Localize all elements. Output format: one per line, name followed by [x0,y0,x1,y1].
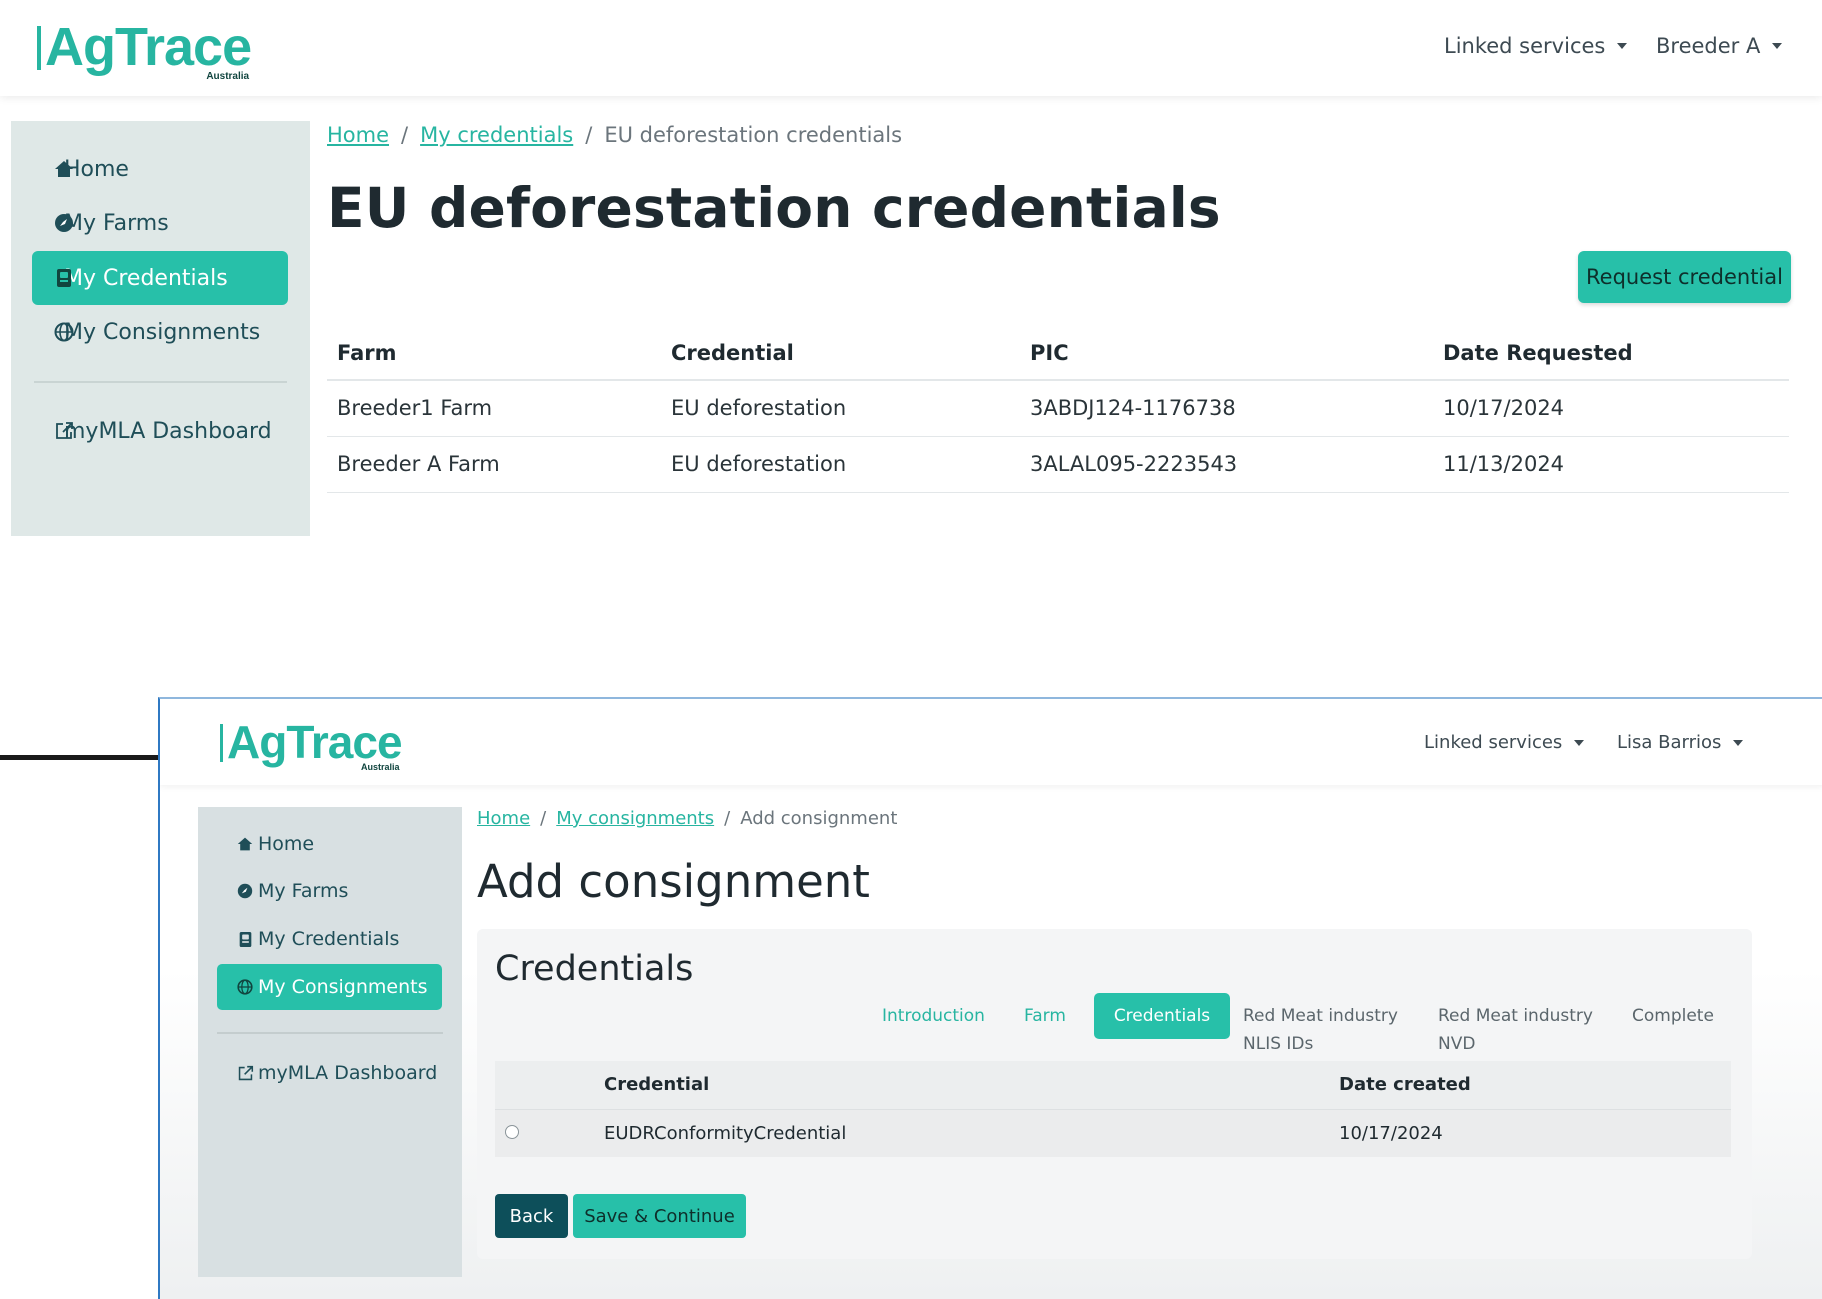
home-icon [236,835,254,853]
agtrace-logo[interactable]: AgTrace Australia [220,719,403,772]
credential-select-table: Credential Date created EUDRConformityCr… [495,1061,1731,1157]
sidebar-item-mymla-dashboard[interactable]: myMLA Dashboard [217,1050,442,1096]
section-title: Credentials [495,949,694,989]
column-header-pic[interactable]: PIC [1020,326,1433,381]
cell-pic: 3ABDJ124-1176738 [1020,380,1433,437]
add-consignment-window: AgTrace Australia Linked services Lisa B… [158,697,1822,1299]
column-header-credential[interactable]: Credential [661,326,1020,381]
globe-icon [236,978,254,996]
cell-credential: EU deforestation [661,380,1020,437]
page-title: EU deforestation credentials [327,176,1221,240]
save-continue-button[interactable]: Save & Continue [573,1194,746,1238]
cell-credential: EUDRConformityCredential [604,1108,1339,1157]
step-nvd[interactable]: Red Meat industry NVD [1438,1002,1593,1058]
cell-farm: Breeder A Farm [327,436,661,493]
sidebar: Home My Farms My Credentials My Consignm… [198,807,462,1277]
breadcrumb-current: EU deforestation credentials [604,123,903,147]
table-row[interactable]: Breeder A Farm EU deforestation 3ALAL095… [327,436,1789,493]
credential-radio[interactable] [505,1124,519,1139]
linked-services-dropdown[interactable]: Linked services [1424,732,1585,753]
step-complete[interactable]: Complete [1632,1002,1714,1030]
compass-icon [236,882,254,900]
caret-down-icon [1772,43,1783,49]
agtrace-logo[interactable]: AgTrace Australia [37,20,252,82]
page-title: Add consignment [477,855,870,908]
sidebar-divider [217,1032,443,1034]
sidebar-item-home[interactable]: Home [217,821,442,867]
credential-badge-icon [236,930,254,948]
breadcrumb-home-link[interactable]: Home [477,808,530,829]
credentials-table: Farm Credential PIC Date Requested Breed… [327,326,1789,493]
cell-farm: Breeder1 Farm [327,380,661,437]
user-menu-dropdown[interactable]: Lisa Barrios [1617,732,1744,753]
external-link-icon [236,1064,254,1082]
step-introduction[interactable]: Introduction [882,1002,985,1030]
sidebar-item-my-farms[interactable]: My Farms [32,196,288,250]
cell-credential: EU deforestation [661,436,1020,493]
sidebar-item-my-consignments[interactable]: My Consignments [217,964,442,1010]
request-credential-button[interactable]: Request credential [1578,251,1791,303]
cell-pic: 3ALAL095-2223543 [1020,436,1433,493]
table-row[interactable]: EUDRConformityCredential 10/17/2024 [495,1108,1731,1157]
caret-down-icon [1733,739,1744,746]
breadcrumb: Home / My consignments / Add consignment [477,808,898,829]
top-header: AgTrace Australia Linked services Lisa B… [160,699,1822,785]
column-header-farm[interactable]: Farm [327,326,661,381]
back-button[interactable]: Back [495,1194,568,1238]
top-header: AgTrace Australia Linked services Breede… [0,0,1822,96]
globe-icon [53,321,75,343]
external-link-icon [53,420,75,442]
user-menu-dropdown[interactable]: Breeder A [1656,34,1783,58]
breadcrumb-my-credentials-link[interactable]: My credentials [420,123,573,147]
column-header-date-created[interactable]: Date created [1339,1061,1731,1109]
sidebar: Home My Farms My Credentials My Consignm… [11,121,310,536]
sidebar-item-home[interactable]: Home [32,142,288,196]
compass-icon [53,212,75,234]
cell-date-created: 10/17/2024 [1339,1108,1731,1157]
table-header-row: Credential Date created [495,1061,1731,1109]
sidebar-divider [34,381,287,383]
consignment-form-card: Credentials Introduction Farm Credential… [477,929,1752,1259]
select-cell [495,1108,604,1157]
breadcrumb-current: Add consignment [740,808,898,829]
column-header-credential[interactable]: Credential [604,1061,1339,1109]
cell-date-requested: 10/17/2024 [1433,380,1789,437]
sidebar-item-my-credentials[interactable]: My Credentials [217,916,442,962]
table-header-row: Farm Credential PIC Date Requested [327,326,1789,381]
column-header-select [495,1061,604,1109]
table-row[interactable]: Breeder1 Farm EU deforestation 3ABDJ124-… [327,380,1789,437]
sidebar-item-my-farms[interactable]: My Farms [217,868,442,914]
step-nlis-ids[interactable]: Red Meat industry NLIS IDs [1243,1002,1398,1058]
column-header-date-requested[interactable]: Date Requested [1433,326,1789,381]
caret-down-icon [1574,739,1585,746]
home-icon [53,158,75,180]
credential-badge-icon [53,267,75,289]
caret-down-icon [1617,43,1628,49]
cell-date-requested: 11/13/2024 [1433,436,1789,493]
divider-line [0,755,158,760]
sidebar-item-mymla-dashboard[interactable]: myMLA Dashboard [32,404,288,458]
breadcrumb-my-consignments-link[interactable]: My consignments [556,808,714,829]
sidebar-item-my-consignments[interactable]: My Consignments [32,305,288,359]
step-credentials[interactable]: Credentials [1094,993,1230,1039]
step-farm[interactable]: Farm [1024,1002,1066,1030]
sidebar-item-my-credentials[interactable]: My Credentials [32,251,288,305]
linked-services-dropdown[interactable]: Linked services [1444,34,1628,58]
breadcrumb-home-link[interactable]: Home [327,123,389,147]
breadcrumb: Home / My credentials / EU deforestation cre… [327,123,903,147]
